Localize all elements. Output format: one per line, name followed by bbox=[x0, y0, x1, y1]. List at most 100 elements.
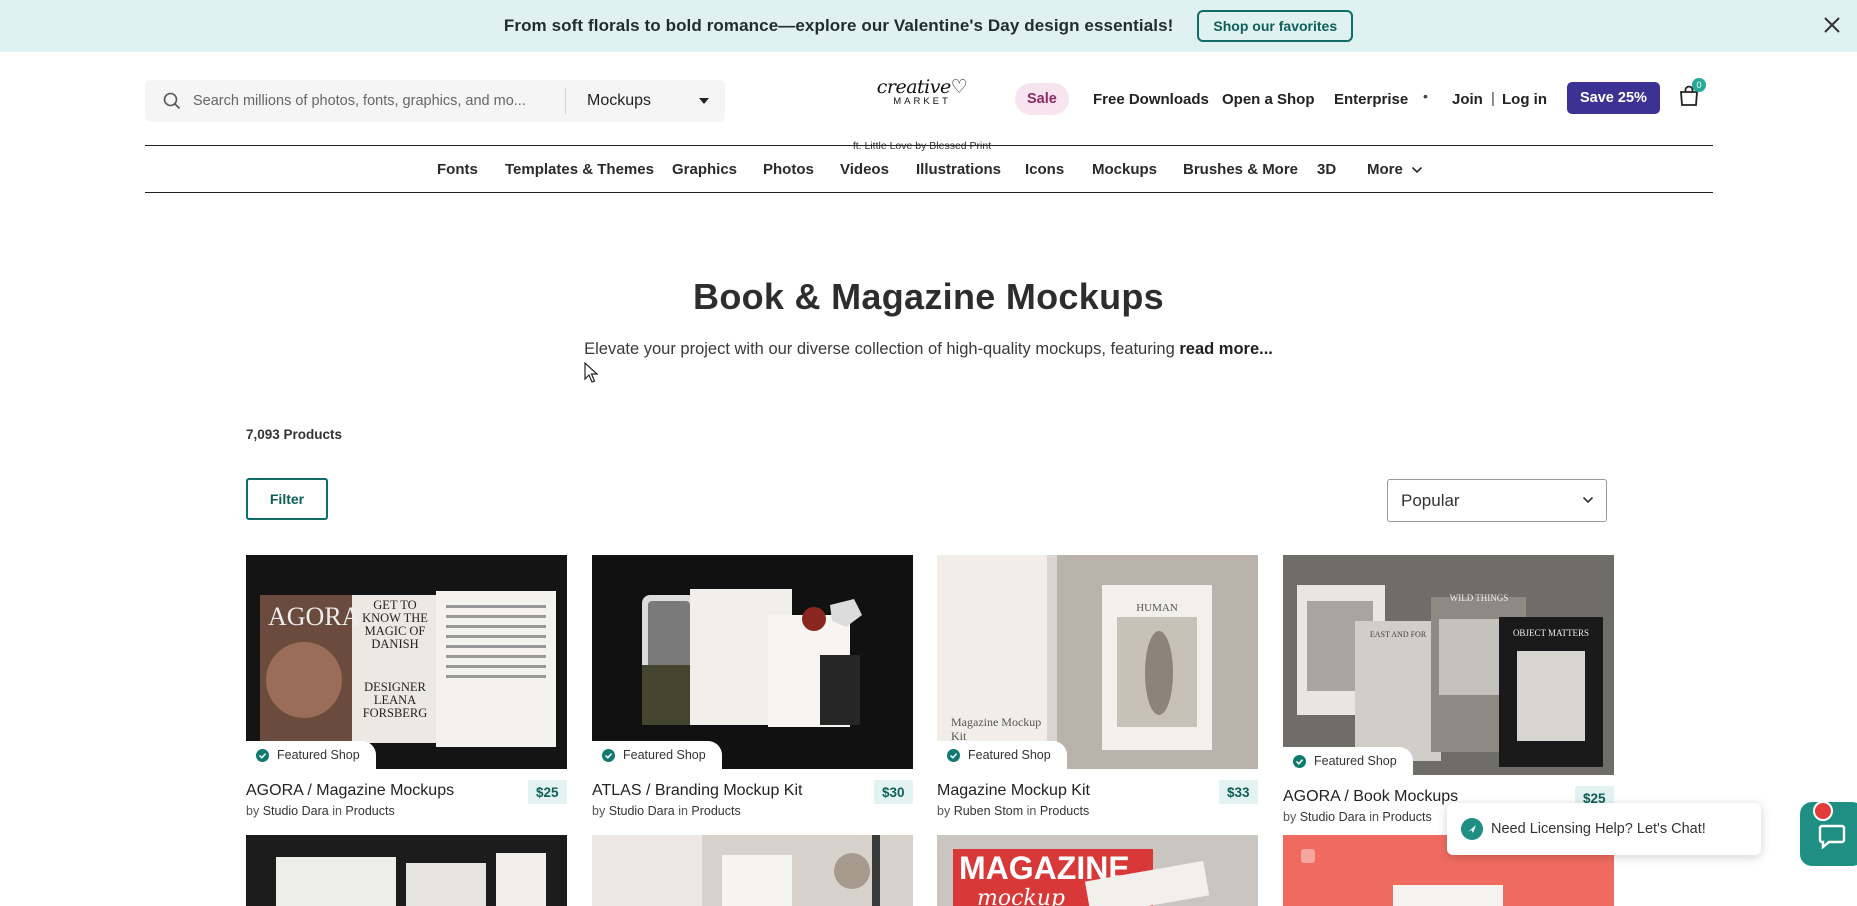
featured-shop-label: Featured Shop bbox=[968, 748, 1051, 762]
byline-in: in bbox=[332, 804, 342, 818]
category-select[interactable]: Mockups bbox=[567, 80, 727, 122]
product-image[interactable]: MAGAZINE mockup bbox=[937, 835, 1258, 906]
featured-shop-badge: Featured Shop bbox=[1283, 747, 1413, 775]
banner-text: From soft florals to bold romance—explor… bbox=[503, 16, 1174, 35]
image-text-agora: AGORA bbox=[268, 602, 361, 631]
product-category[interactable]: Products bbox=[345, 804, 394, 818]
product-price: $25 bbox=[528, 780, 567, 804]
sale-link[interactable]: Sale bbox=[1015, 83, 1069, 115]
product-price: $33 bbox=[1219, 780, 1258, 804]
product-byline: by Studio Dara in Products bbox=[246, 804, 395, 818]
logo-script: creative♡ bbox=[876, 76, 968, 98]
login-link[interactable]: Log in bbox=[1502, 91, 1547, 108]
product-count: 7,093 Products bbox=[246, 427, 343, 442]
featured-shop-badge: Featured Shop bbox=[937, 741, 1067, 769]
promo-banner: From soft florals to bold romance—explor… bbox=[0, 0, 1857, 52]
page-title: Book & Magazine Mockups bbox=[693, 276, 1164, 317]
verified-icon bbox=[602, 748, 615, 762]
product-card[interactable]: AGORA GET TO KNOW THE MAGIC OF DANISH DE… bbox=[246, 555, 567, 820]
image-text-magic: GET TO KNOW THE MAGIC OF DANISH bbox=[362, 599, 428, 651]
featured-shop-badge: Featured Shop bbox=[246, 741, 376, 769]
save-25-button[interactable]: Save 25% bbox=[1567, 82, 1660, 114]
product-card[interactable]: Featured Shop ATLAS / Branding Mockup Ki… bbox=[592, 555, 913, 820]
nav-brushes-more[interactable]: Brushes & More bbox=[1183, 161, 1298, 178]
product-author[interactable]: Studio Dara bbox=[1300, 810, 1366, 824]
product-image[interactable] bbox=[246, 835, 567, 906]
nav-templates-themes[interactable]: Templates & Themes bbox=[505, 161, 654, 178]
nav-more-label: More bbox=[1367, 161, 1403, 178]
free-downloads-link[interactable]: Free Downloads bbox=[1093, 91, 1209, 108]
nav-videos[interactable]: Videos bbox=[840, 161, 889, 178]
featured-shop-badge: Featured Shop bbox=[592, 741, 722, 769]
product-byline: by Studio Dara in Products bbox=[592, 804, 741, 818]
product-author[interactable]: Studio Dara bbox=[263, 804, 329, 818]
mouse-cursor-icon bbox=[584, 362, 599, 383]
verified-icon bbox=[947, 748, 960, 762]
byline-in: in bbox=[1369, 810, 1379, 824]
verified-icon bbox=[256, 748, 269, 762]
chat-agent-icon bbox=[1461, 818, 1483, 840]
nav-3d[interactable]: 3D bbox=[1317, 161, 1336, 178]
product-category[interactable]: Products bbox=[691, 804, 740, 818]
product-category[interactable]: Products bbox=[1040, 804, 1089, 818]
product-card[interactable]: HUMAN Magazine Mockup Kit Featured Shop … bbox=[937, 555, 1258, 820]
join-link[interactable]: Join bbox=[1452, 91, 1483, 108]
search-bar: Mockups bbox=[145, 80, 725, 122]
category-nav: Fonts Templates & Themes Graphics Photos… bbox=[145, 145, 1713, 193]
caret-down-icon bbox=[699, 98, 709, 104]
product-category[interactable]: Products bbox=[1382, 810, 1431, 824]
product-image[interactable] bbox=[592, 555, 913, 769]
nav-illustrations[interactable]: Illustrations bbox=[916, 161, 1001, 178]
nav-more[interactable]: More bbox=[1367, 161, 1423, 178]
product-image[interactable]: WILD THINGS EAST AND FOR OBJECT MATTERS bbox=[1283, 555, 1614, 775]
product-image[interactable]: HUMAN Magazine Mockup Kit bbox=[937, 555, 1258, 769]
featured-shop-label: Featured Shop bbox=[1314, 754, 1397, 768]
verified-icon bbox=[1293, 754, 1306, 768]
search-icon bbox=[163, 92, 181, 110]
read-more-link[interactable]: read more... bbox=[1179, 340, 1273, 358]
byline-in: in bbox=[1026, 804, 1037, 818]
product-title[interactable]: AGORA / Magazine Mockups bbox=[246, 782, 454, 800]
product-card[interactable]: WILD THINGS EAST AND FOR OBJECT MATTERS … bbox=[1283, 555, 1614, 825]
product-byline: by Studio Dara in Products bbox=[1283, 810, 1432, 824]
page-description: Elevate your project with our diverse co… bbox=[0, 340, 1857, 359]
product-image[interactable] bbox=[592, 835, 913, 906]
close-icon[interactable] bbox=[1821, 14, 1843, 36]
byline-in: in bbox=[678, 804, 688, 818]
sort-select[interactable]: Popular bbox=[1387, 479, 1607, 522]
product-title[interactable]: ATLAS / Branding Mockup Kit bbox=[592, 782, 802, 800]
image-text-human: HUMAN bbox=[1136, 602, 1178, 614]
byline-by: by bbox=[246, 804, 260, 818]
product-author[interactable]: Studio Dara bbox=[609, 804, 675, 818]
site-header: Mockups creative♡ MARKET ft. Little Love… bbox=[145, 52, 1713, 152]
licensing-chat-prompt[interactable]: Need Licensing Help? Let's Chat! bbox=[1447, 803, 1761, 855]
logo[interactable]: creative♡ MARKET ft. Little Love by Bles… bbox=[853, 76, 991, 152]
product-author[interactable]: Ruben Stom bbox=[954, 804, 1023, 818]
byline-by: by bbox=[1283, 810, 1297, 824]
nav-fonts[interactable]: Fonts bbox=[437, 161, 478, 178]
nav-photos[interactable]: Photos bbox=[763, 161, 814, 178]
cart-count-badge: 0 bbox=[1692, 78, 1706, 92]
nav-graphics[interactable]: Graphics bbox=[672, 161, 737, 178]
sort-select-value: Popular bbox=[1401, 490, 1460, 510]
product-image[interactable]: AGORA GET TO KNOW THE MAGIC OF DANISH DE… bbox=[246, 555, 567, 769]
nav-dot: • bbox=[1423, 88, 1428, 104]
filter-button[interactable]: Filter bbox=[246, 478, 328, 520]
image-text-designer: DESIGNER LEANA FORSBERG bbox=[362, 680, 428, 720]
image-text-mockup: mockup bbox=[977, 886, 1065, 906]
chat-notification-dot bbox=[1813, 801, 1833, 821]
chat-icon bbox=[1818, 824, 1846, 850]
open-shop-link[interactable]: Open a Shop bbox=[1222, 91, 1315, 108]
enterprise-link[interactable]: Enterprise bbox=[1334, 91, 1408, 108]
shop-favorites-button[interactable]: Shop our favorites bbox=[1197, 10, 1354, 42]
chevron-down-icon bbox=[1582, 496, 1594, 504]
chat-prompt-text: Need Licensing Help? Let's Chat! bbox=[1491, 821, 1706, 837]
byline-by: by bbox=[592, 804, 606, 818]
featured-shop-label: Featured Shop bbox=[623, 748, 706, 762]
nav-mockups[interactable]: Mockups bbox=[1092, 161, 1157, 178]
nav-icons[interactable]: Icons bbox=[1025, 161, 1064, 178]
image-text-mag-kit: Magazine Mockup Kit bbox=[951, 715, 1042, 743]
byline-by: by bbox=[937, 804, 951, 818]
product-title[interactable]: AGORA / Book Mockups bbox=[1283, 788, 1458, 806]
product-title[interactable]: Magazine Mockup Kit bbox=[937, 782, 1090, 800]
